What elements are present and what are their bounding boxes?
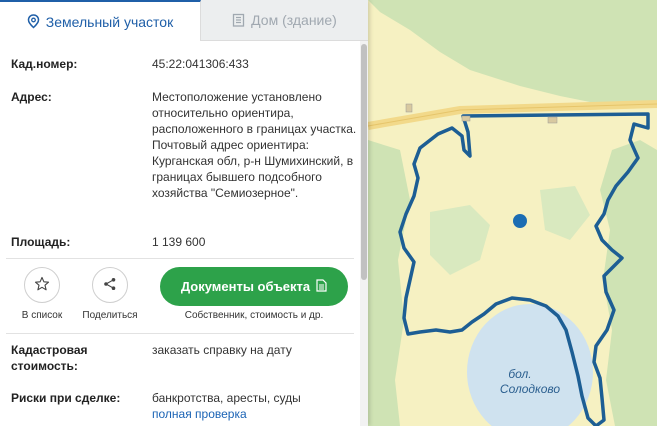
risks-label: Риски при сделке:: [11, 391, 121, 405]
lake-label-name: Солодково: [500, 382, 560, 396]
cadastral-value-label: Кадастровая стоимость:: [11, 343, 88, 373]
cadastral-value-row: Кадастровая стоимость: заказать справку …: [11, 342, 354, 376]
address-row: Адрес: Местоположение установлено относи…: [11, 89, 356, 219]
parcel-location-marker[interactable]: [513, 214, 527, 228]
object-tabs: Земельный участок Дом (здание): [0, 0, 368, 41]
share-button[interactable]: Поделиться: [80, 267, 140, 321]
tab-land-plot[interactable]: Земельный участок: [0, 0, 201, 41]
object-documents-sublabel: Собственник, стоимость и др.: [184, 310, 324, 321]
share-label: Поделиться: [82, 310, 138, 321]
add-to-list-button[interactable]: В список: [18, 267, 66, 321]
divider: [6, 333, 354, 334]
tab-house-building[interactable]: Дом (здание): [201, 0, 368, 41]
document-icon: [316, 278, 327, 295]
add-to-list-circle[interactable]: [24, 267, 60, 303]
area-label: Площадь:: [11, 235, 71, 249]
object-documents-button[interactable]: Документы объекта: [160, 267, 348, 306]
panel-scrollbar-thumb[interactable]: [361, 44, 367, 280]
map-pin-icon: [27, 14, 40, 29]
share-circle[interactable]: [92, 267, 128, 303]
add-to-list-label: В список: [21, 310, 63, 321]
area-value: 1 139 600: [152, 235, 206, 249]
object-documents-label: Документы объекта: [180, 279, 311, 294]
cadastral-number-value[interactable]: 45:22:041306:433: [152, 56, 359, 72]
tab-land-plot-label: Земельный участок: [45, 13, 174, 30]
order-certificate-link[interactable]: заказать справку на дату: [152, 342, 359, 358]
risks-value: банкротства, аресты, суды полная проверк…: [152, 390, 359, 422]
star-icon: [34, 276, 50, 295]
address-value: Местоположение установлено относительно …: [152, 90, 357, 200]
address-label: Адрес:: [11, 90, 52, 104]
risks-row: Риски при сделке: банкротства, аресты, с…: [11, 390, 354, 424]
risks-text: банкротства, аресты, суды: [152, 391, 301, 405]
cadastral-number-label: Кад.номер:: [11, 57, 78, 71]
tab-house-building-label: Дом (здание): [251, 12, 337, 28]
object-info-panel: Земельный участок Дом (здание) Кад.номер…: [0, 0, 368, 426]
lake-label-prefix: бол.: [508, 367, 531, 381]
map-forest-east: [600, 140, 657, 426]
divider: [6, 258, 354, 259]
full-check-link[interactable]: полная проверка: [152, 406, 359, 422]
building-icon: [232, 13, 245, 27]
share-icon: [103, 277, 117, 294]
